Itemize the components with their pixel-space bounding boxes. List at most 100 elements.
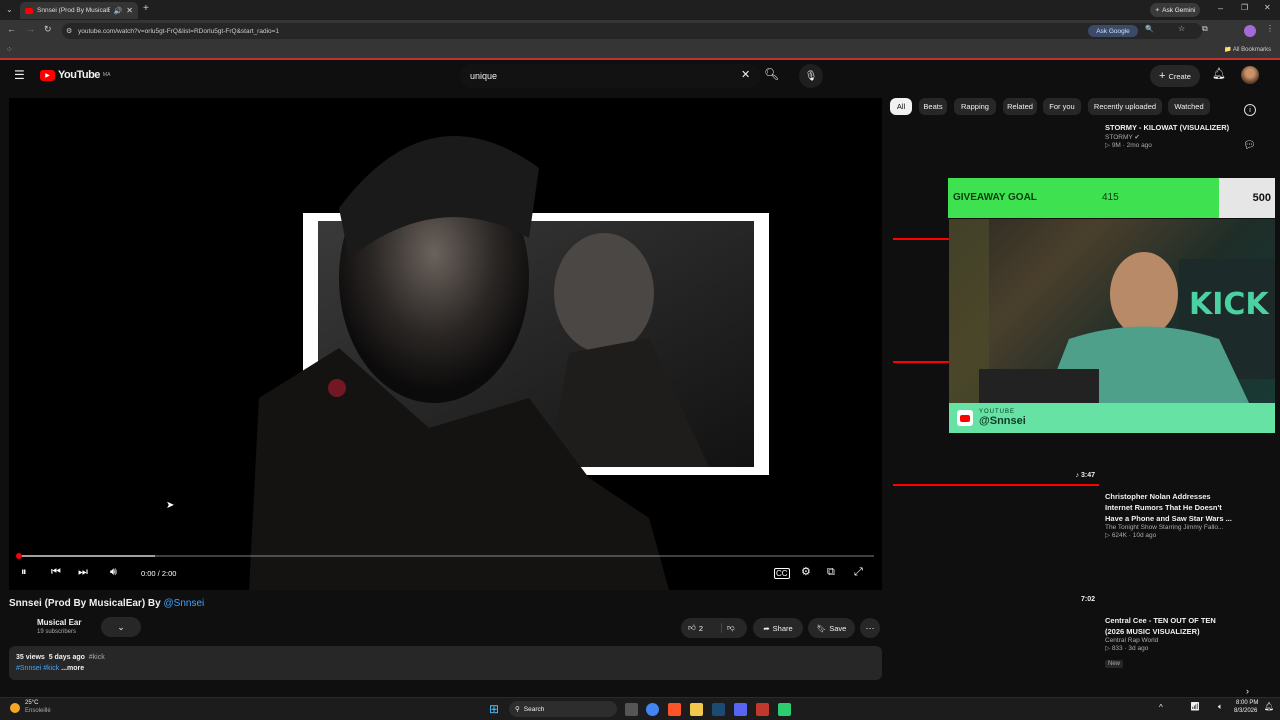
chip-all[interactable]: All — [890, 98, 912, 115]
video-player[interactable]: ⏸︎ ⏮︎ ⏭︎ 🔊︎ 0:00 / 2:00 CC ⚙︎ ⧉ ⤢ ➤ — [9, 98, 882, 590]
overlay-handle: @Snnsei — [979, 415, 1026, 427]
tab-close-icon[interactable]: ✕ — [126, 6, 133, 15]
clock-time[interactable]: 8:00 PM — [1236, 700, 1258, 706]
reload-icon[interactable]: ↻ — [44, 24, 52, 35]
brave-icon[interactable] — [668, 703, 681, 716]
minimize-icon[interactable]: – — [1218, 3, 1223, 13]
create-button[interactable]: + Create — [1150, 65, 1200, 87]
apps-grid-icon[interactable]: ⁘ — [6, 45, 13, 54]
youtube-play-logo-icon: ▶ — [40, 69, 55, 81]
like-button[interactable]: 👍︎ 2 — [681, 623, 721, 633]
voice-search-button[interactable]: 🎙︎ — [799, 64, 823, 88]
forward-icon[interactable]: → — [26, 24, 35, 34]
chrome-icon[interactable] — [646, 703, 659, 716]
previous-icon[interactable]: ⏮︎ — [51, 566, 61, 579]
browser-toolbar: ← → ↻ ⚙ youtube.com/watch?v=orlu5gt-FrQ&… — [0, 20, 1280, 42]
browser-tab-strip: ⌄ Snnsei (Prod By MusicalEar) 🔊 ✕ + ✦Ask… — [0, 0, 1280, 20]
chip-beats[interactable]: Beats — [919, 98, 947, 115]
volume-icon[interactable]: 🔊︎ — [110, 566, 117, 579]
fullscreen-icon[interactable]: ⤢ — [854, 566, 863, 579]
task-view-icon[interactable] — [625, 703, 638, 716]
ask-google-button[interactable]: Ask Google — [1088, 25, 1138, 37]
chip-watched[interactable]: Watched — [1168, 98, 1210, 115]
info-icon[interactable]: i — [1244, 104, 1256, 116]
account-avatar[interactable] — [1241, 66, 1259, 84]
progress-track[interactable] — [16, 553, 874, 559]
progress-buffered — [18, 555, 155, 557]
url-text: youtube.com/watch?v=orlu5gt-FrQ&list=RDo… — [78, 27, 280, 35]
captions-icon[interactable]: CC — [774, 568, 790, 579]
menu-kebab-icon[interactable]: ⋮ — [1266, 24, 1274, 33]
chip-related[interactable]: Related — [1003, 98, 1037, 115]
video-frame — [249, 136, 769, 590]
weather-temp[interactable]: 25°C — [25, 700, 38, 706]
more-actions-button[interactable]: ⋯ — [860, 618, 880, 638]
youtube-logo[interactable]: ▶ YouTube MA — [40, 69, 110, 81]
title-mention-link[interactable]: @Snnsei — [164, 598, 205, 609]
notification-icon[interactable]: 🔔︎ — [1264, 702, 1274, 711]
new-tab-icon[interactable]: + — [143, 3, 149, 14]
hamburger-menu-icon[interactable]: ☰ — [14, 68, 25, 82]
settings-gear-icon[interactable]: ⚙︎ — [801, 565, 811, 578]
progress-scrubber[interactable] — [16, 553, 22, 559]
mouse-cursor-icon: ➤ — [166, 500, 175, 511]
miniplayer-icon[interactable]: ⧉ — [827, 566, 835, 579]
tray-network-icon[interactable]: 📶︎ — [1190, 702, 1200, 711]
discord-icon[interactable] — [734, 703, 747, 716]
chip-recently-uploaded[interactable]: Recently uploaded — [1088, 98, 1162, 115]
weather-condition: Ensoleillé — [25, 708, 51, 714]
browser-tab-active[interactable]: Snnsei (Prod By MusicalEar) 🔊 ✕ — [20, 2, 138, 19]
profile-avatar-icon[interactable] — [1244, 25, 1256, 37]
tray-volume-icon[interactable]: 🔈︎ — [1218, 702, 1223, 712]
chevron-down-icon: ⌄ — [117, 621, 125, 632]
channel-name[interactable]: Musical Ear — [37, 618, 81, 627]
site-info-icon[interactable]: ⚙ — [66, 27, 72, 35]
gemini-icon: ✦ — [1154, 7, 1161, 14]
taskbar-search[interactable]: ⚲ Search — [509, 701, 617, 717]
tray-chevron-icon[interactable]: ^ — [1159, 703, 1163, 712]
recommendation-item[interactable]: STORMY - KILOWAT (VISUALIZER) STORMY ✔ ▷… — [1105, 122, 1235, 149]
bookmark-star-icon[interactable]: ☆ — [1178, 24, 1185, 33]
search-icon: ⚲ — [515, 706, 520, 713]
description-box[interactable]: 35 views 5 days ago #kick #Snnsei #kick … — [9, 646, 882, 680]
all-bookmarks-link[interactable]: 📁 All Bookmarks — [1224, 46, 1271, 53]
steam-icon[interactable] — [712, 703, 725, 716]
address-bar[interactable]: ⚙ youtube.com/watch?v=orlu5gt-FrQ&list=R… — [62, 23, 1202, 39]
webcam-scene: KICK — [949, 219, 1275, 403]
back-icon[interactable]: ← — [7, 24, 16, 34]
recommendation-item[interactable]: Christopher Nolan Addresses Internet Rum… — [1105, 491, 1235, 539]
scroll-right-icon[interactable]: › — [1246, 686, 1249, 696]
zoom-icon[interactable]: 🔍 — [1145, 25, 1154, 33]
recommendation-thumbnail[interactable]: ♪ 3:47 — [893, 470, 1099, 490]
giveaway-goal-bar: GIVEAWAY GOAL 415 500 — [948, 178, 1275, 218]
extensions-icon[interactable]: ⧉ — [1202, 24, 1208, 34]
subscribe-dropdown-button[interactable]: ⌄ — [101, 617, 141, 637]
chip-for-you[interactable]: For you — [1043, 98, 1081, 115]
search-input[interactable]: unique — [460, 64, 760, 88]
restore-icon[interactable]: ❐ — [1241, 3, 1248, 12]
watched-progress-bar — [893, 238, 949, 240]
watched-progress-bar — [893, 484, 1099, 486]
file-explorer-icon[interactable] — [690, 703, 703, 716]
recommendation-item[interactable]: Central Cee - TEN OUT OF TEN (2026 MUSIC… — [1105, 615, 1235, 670]
start-button-icon[interactable]: ⊞ — [489, 702, 499, 716]
clear-search-icon[interactable]: ✕ — [741, 68, 750, 81]
chip-rapping[interactable]: Rapping — [954, 98, 996, 115]
tab-audio-icon[interactable]: 🔊 — [114, 7, 123, 15]
next-icon[interactable]: ⏭︎ — [78, 566, 88, 579]
description-meta: 35 views 5 days ago #kick — [16, 654, 105, 661]
share-button[interactable]: ➦ Share — [753, 618, 803, 638]
close-window-icon[interactable]: ✕ — [1264, 3, 1271, 12]
chat-icon[interactable]: 💬︎ — [1243, 140, 1256, 151]
app-icon[interactable] — [756, 703, 769, 716]
dislike-button[interactable]: 👎︎ — [721, 623, 735, 633]
app-icon[interactable] — [778, 703, 791, 716]
save-button[interactable]: 🔖︎ Save — [808, 618, 855, 638]
notifications-bell-icon[interactable]: 🔔︎ — [1212, 67, 1226, 80]
pause-icon[interactable]: ⏸︎ — [21, 566, 27, 579]
ask-gemini-button[interactable]: ✦ Ask Gemini — [1150, 3, 1200, 17]
tab-list-chevron-icon[interactable]: ⌄ — [6, 5, 13, 14]
search-icon[interactable]: 🔍︎ — [764, 67, 779, 81]
more-link[interactable]: ...more — [61, 665, 84, 672]
bookmarks-bar: ⁘ 📁 All Bookmarks — [0, 42, 1280, 60]
